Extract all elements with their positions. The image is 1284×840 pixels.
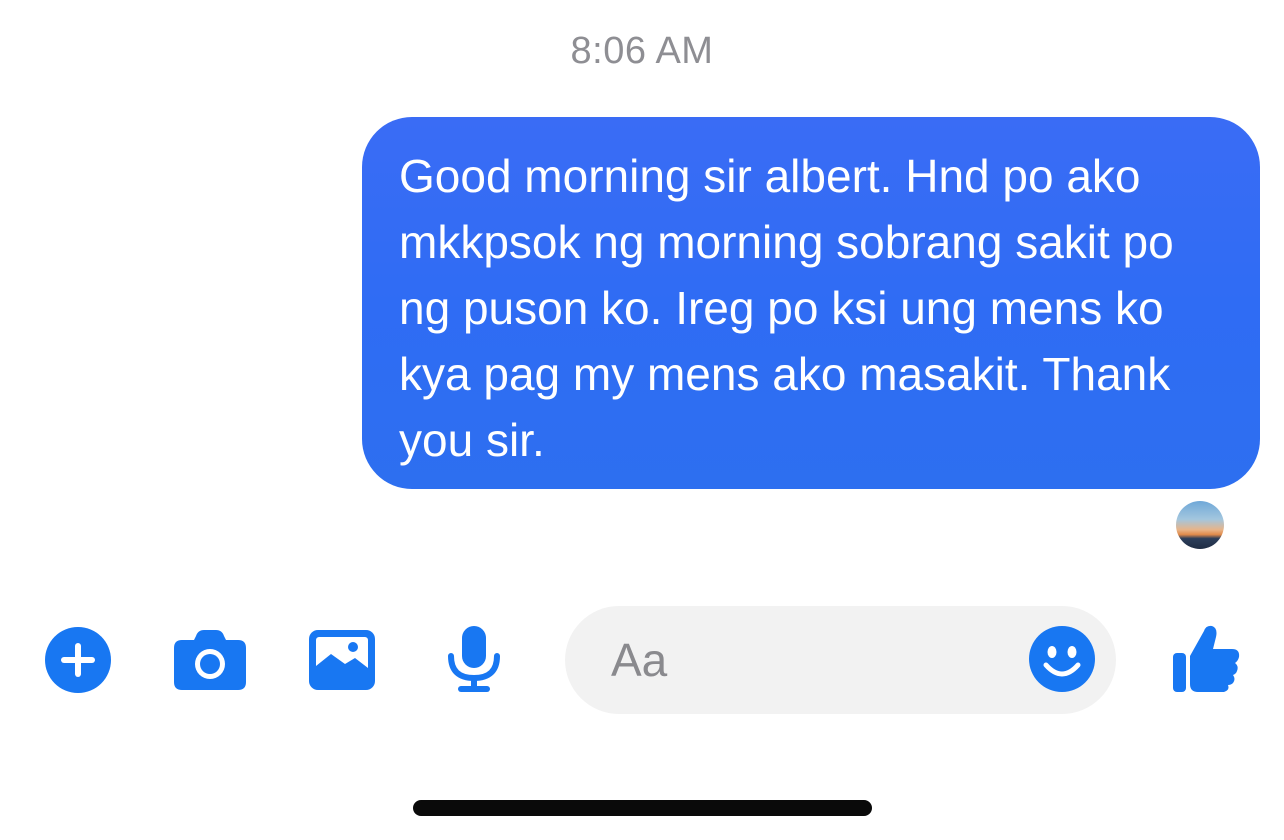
microphone-icon[interactable] <box>446 626 502 694</box>
message-input-container[interactable] <box>565 606 1116 714</box>
message-timestamp: 8:06 AM <box>570 30 714 72</box>
messenger-chat-screen: 8:06 AM Good morning sir albert. Hnd po … <box>0 0 1284 840</box>
gallery-icon[interactable] <box>309 630 375 690</box>
plus-icon[interactable] <box>45 627 111 693</box>
camera-icon[interactable] <box>174 630 246 690</box>
outgoing-message-bubble[interactable]: Good morning sir albert. Hnd po ako mkkp… <box>362 117 1260 489</box>
message-input[interactable] <box>611 606 1011 714</box>
thumbs-up-icon[interactable] <box>1172 623 1242 693</box>
home-indicator <box>413 800 872 816</box>
seen-receipt-avatar <box>1176 501 1224 549</box>
emoji-icon[interactable] <box>1028 625 1096 693</box>
